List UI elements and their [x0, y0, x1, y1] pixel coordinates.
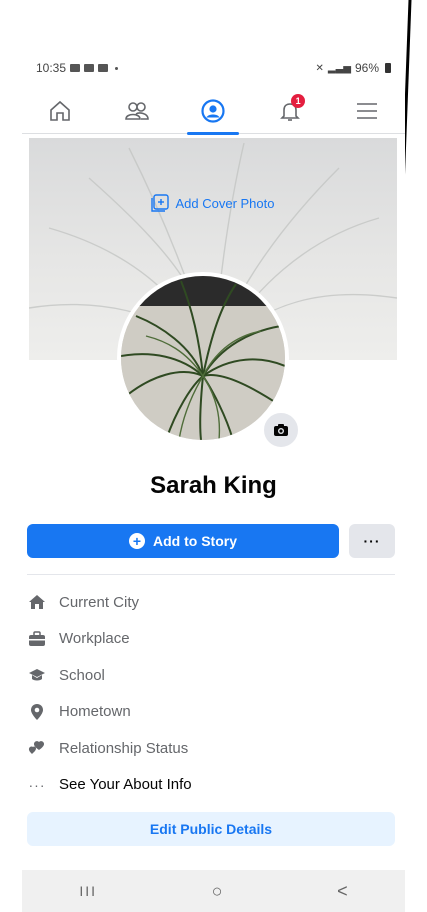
briefcase-icon [27, 629, 47, 649]
nav-profile[interactable] [183, 88, 243, 135]
nav-menu[interactable] [337, 88, 397, 134]
add-cover-photo-label: Add Cover Photo [175, 195, 275, 211]
top-nav: 1 [22, 88, 405, 135]
system-navigation-bar: III ○ < [22, 870, 405, 912]
profile-avatar[interactable] [117, 272, 289, 444]
profile-actions: + Add to Story ··· [27, 524, 395, 560]
home-icon [50, 100, 71, 121]
change-profile-photo-button[interactable] [262, 411, 300, 449]
gallery-notification-icon [70, 64, 81, 72]
status-bar: 10:35 ✕ ▂▃▅ 96% [22, 48, 405, 88]
mute-icon: ✕ [315, 62, 324, 74]
divider [27, 574, 395, 575]
detail-current-city[interactable]: Current City [27, 584, 395, 621]
add-to-story-label: Add to Story [153, 533, 237, 549]
detail-label: Hometown [59, 703, 131, 721]
camera-icon [274, 424, 288, 436]
menu-icon [356, 102, 377, 119]
detail-label: See Your About Info [59, 776, 192, 794]
graduation-cap-icon [27, 665, 47, 685]
profile-details-list: Current City Workplace School Hometown R… [27, 584, 395, 803]
battery-icon [385, 63, 391, 73]
recents-button[interactable]: III [79, 883, 97, 899]
detail-label: Workplace [59, 630, 130, 648]
ellipsis-icon: ··· [28, 776, 46, 793]
back-button[interactable]: < [337, 881, 348, 902]
detail-label: School [59, 666, 105, 684]
house-icon [27, 592, 47, 612]
more-options-button[interactable]: ··· [349, 524, 395, 558]
hearts-icon [27, 738, 47, 758]
nav-home[interactable] [30, 88, 90, 134]
profile-name: Sarah King [150, 472, 277, 499]
email-notification-icon [98, 64, 109, 72]
detail-label: Relationship Status [59, 739, 189, 757]
battery-percent: 96% [354, 61, 379, 75]
detail-label: Current City [59, 593, 140, 611]
home-button[interactable]: ○ [212, 881, 223, 902]
nav-friends[interactable] [107, 88, 167, 134]
detail-workplace[interactable]: Workplace [27, 621, 395, 658]
plus-circle-icon: + [129, 533, 145, 549]
detail-hometown[interactable]: Hometown [27, 694, 395, 731]
see-about-info-link[interactable]: ··· See Your About Info [27, 767, 395, 804]
signal-icon: ▂▃▅ [327, 62, 351, 74]
friends-icon [125, 101, 149, 120]
profile-icon [201, 98, 226, 123]
message-notification-icon [84, 64, 95, 72]
add-to-story-button[interactable]: + Add to Story [27, 524, 339, 558]
phone-screen: 10:35 ✕ ▂▃▅ 96% 1 Add Cover Photo Sarah … [22, 48, 405, 912]
nav-notifications[interactable]: 1 [260, 88, 320, 134]
add-photo-icon [151, 194, 170, 212]
notification-badge: 1 [291, 93, 306, 108]
add-cover-photo-button[interactable]: Add Cover Photo [29, 194, 397, 212]
more-notifications-icon [115, 66, 119, 70]
location-pin-icon [27, 702, 47, 722]
detail-school[interactable]: School [27, 657, 395, 694]
edit-public-details-button[interactable]: Edit Public Details [27, 812, 395, 846]
plant-profile-image [121, 276, 285, 440]
status-time: 10:35 [36, 61, 67, 75]
detail-relationship-status[interactable]: Relationship Status [27, 730, 395, 767]
